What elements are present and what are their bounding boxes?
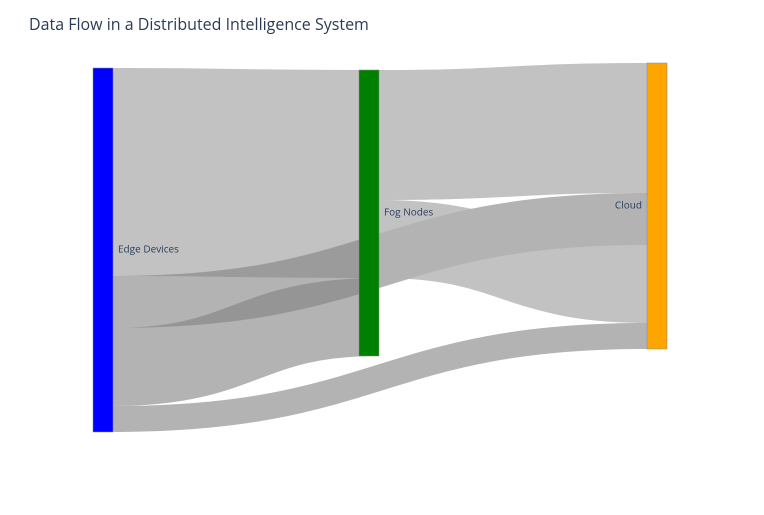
node-edge-devices[interactable] (93, 68, 113, 432)
node-label-edge-devices: Edge Devices (118, 242, 179, 256)
sankey-chart: Edge Devices Fog Nodes Cloud (0, 0, 764, 515)
node-cloud[interactable] (647, 63, 667, 349)
link-group (113, 128, 647, 419)
link-cloud-to-fog (379, 239, 647, 284)
node-label-cloud: Cloud (615, 198, 642, 212)
link-edge-to-fog (113, 172, 359, 174)
node-fog-nodes[interactable] (359, 70, 379, 356)
node-label-fog-nodes: Fog Nodes (384, 205, 433, 219)
link-fog-to-cloud (379, 128, 647, 135)
